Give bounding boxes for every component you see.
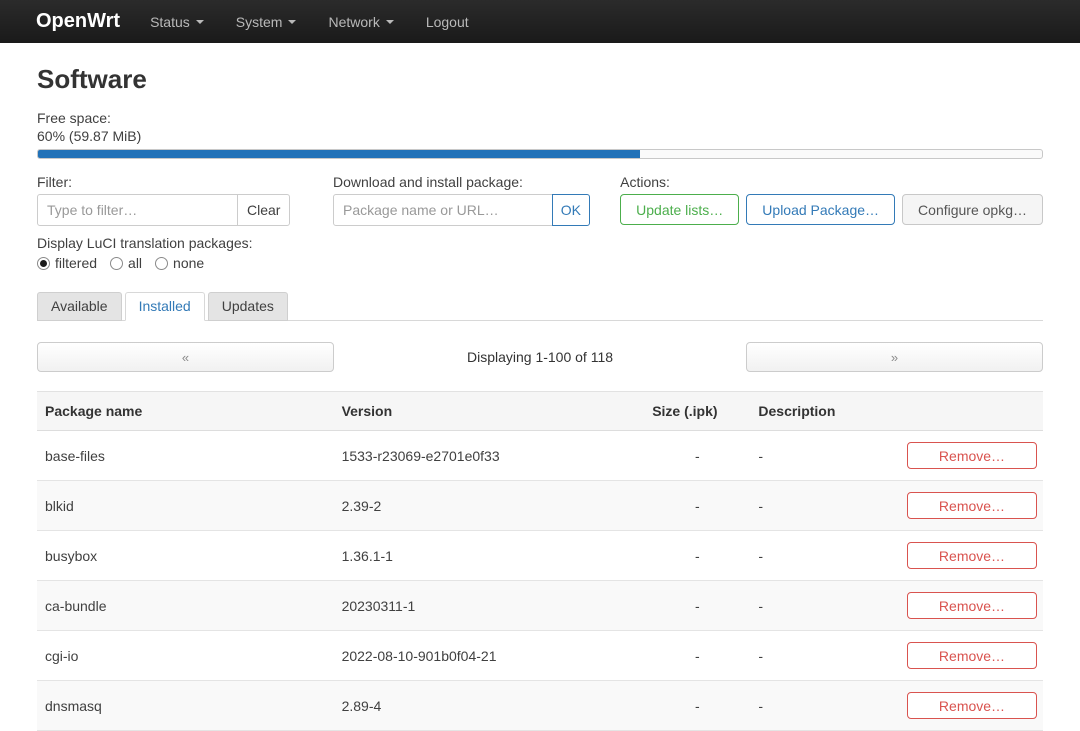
nav-item-label: Status (150, 14, 190, 30)
nav-item-logout[interactable]: Logout (410, 0, 485, 43)
radio-none[interactable]: none (155, 255, 204, 271)
package-version-cell: 1533-r23069-e2701e0f33 (334, 431, 645, 481)
download-section: Download and install package: OK (333, 173, 590, 271)
nav-menu: Status System Network Logout (134, 0, 485, 43)
header-size: Size (.ipk) (644, 392, 750, 431)
filter-section: Filter: Clear Display LuCI translation p… (37, 173, 282, 271)
package-description-cell: - (750, 531, 896, 581)
package-version-cell: 20230311-1 (334, 581, 645, 631)
package-size-cell: - (644, 631, 750, 681)
free-space-value: 60% (59.87 MiB) (37, 127, 1043, 145)
package-description-cell: - (750, 681, 896, 731)
filter-label: Filter: (37, 173, 282, 191)
tab-bar: Available Installed Updates (37, 292, 1043, 321)
package-size-cell: - (644, 481, 750, 531)
package-version-cell: 1.36.1-1 (334, 531, 645, 581)
table-row: cgi-io 2022-08-10-901b0f04-21 - - Remove… (37, 631, 1043, 681)
download-input[interactable] (333, 194, 553, 226)
free-space-label: Free space: (37, 109, 1043, 127)
free-space-section: Free space: 60% (59.87 MiB) (37, 109, 1043, 159)
nav-item-status[interactable]: Status (134, 0, 220, 43)
package-version-cell: 2.39-2 (334, 481, 645, 531)
package-size-cell: - (644, 531, 750, 581)
header-description: Description (750, 392, 896, 431)
tab-updates[interactable]: Updates (208, 292, 288, 321)
chevron-down-icon (196, 20, 204, 24)
radio-icon (37, 257, 50, 270)
configure-opkg-button[interactable]: Configure opkg… (902, 194, 1043, 225)
package-description-cell: - (750, 431, 896, 481)
table-row: blkid 2.39-2 - - Remove… (37, 481, 1043, 531)
table-row: ca-bundle 20230311-1 - - Remove… (37, 581, 1043, 631)
tab-installed[interactable]: Installed (125, 292, 205, 321)
header-actions (897, 392, 1043, 431)
radio-label: none (173, 255, 204, 271)
translation-packages-section: Display LuCI translation packages: filte… (37, 234, 282, 271)
package-name-cell: ca-bundle (37, 581, 334, 631)
package-description-cell: - (750, 631, 896, 681)
package-description-cell: - (750, 481, 896, 531)
free-space-progress-fill (38, 150, 640, 158)
chevron-down-icon (288, 20, 296, 24)
package-name-cell: cgi-io (37, 631, 334, 681)
remove-button[interactable]: Remove… (907, 492, 1037, 519)
page-title: Software (37, 64, 1043, 95)
remove-button[interactable]: Remove… (907, 442, 1037, 469)
remove-button[interactable]: Remove… (907, 592, 1037, 619)
package-size-cell: - (644, 681, 750, 731)
package-description-cell: - (750, 581, 896, 631)
main-content: Software Free space: 60% (59.87 MiB) Fil… (0, 64, 1080, 731)
download-label: Download and install package: (333, 173, 590, 191)
prev-page-button[interactable]: « (37, 342, 334, 372)
nav-item-label: System (236, 14, 283, 30)
free-space-progress-track (37, 149, 1043, 159)
brand-logo[interactable]: OpenWrt (36, 10, 120, 33)
package-name-cell: blkid (37, 481, 334, 531)
header-version: Version (334, 392, 645, 431)
table-row: dnsmasq 2.89-4 - - Remove… (37, 681, 1043, 731)
radio-label: filtered (55, 255, 97, 271)
package-version-cell: 2.89-4 (334, 681, 645, 731)
translation-label: Display LuCI translation packages: (37, 234, 282, 252)
packages-table: Package name Version Size (.ipk) Descrip… (37, 391, 1043, 731)
clear-filter-button[interactable]: Clear (237, 194, 290, 226)
header-package-name: Package name (37, 392, 334, 431)
actions-label: Actions: (620, 173, 1043, 191)
upload-package-button[interactable]: Upload Package… (746, 194, 895, 225)
tab-available[interactable]: Available (37, 292, 122, 321)
remove-button[interactable]: Remove… (907, 542, 1037, 569)
controls-section: Filter: Clear Display LuCI translation p… (37, 173, 1043, 271)
top-navbar: OpenWrt Status System Network Logout (0, 0, 1080, 43)
package-name-cell: busybox (37, 531, 334, 581)
update-lists-button[interactable]: Update lists… (620, 194, 739, 225)
package-size-cell: - (644, 581, 750, 631)
nav-item-label: Network (328, 14, 379, 30)
radio-filtered[interactable]: filtered (37, 255, 97, 271)
filter-input[interactable] (37, 194, 238, 226)
actions-section: Actions: Update lists… Upload Package… C… (620, 173, 1043, 271)
pagination-status: Displaying 1-100 of 118 (334, 349, 746, 365)
ok-button[interactable]: OK (552, 194, 590, 226)
pagination-bar: « Displaying 1-100 of 118 » (37, 342, 1043, 372)
package-name-cell: base-files (37, 431, 334, 481)
package-size-cell: - (644, 431, 750, 481)
radio-all[interactable]: all (110, 255, 142, 271)
next-page-button[interactable]: » (746, 342, 1043, 372)
packages-table-body: base-files 1533-r23069-e2701e0f33 - - Re… (37, 431, 1043, 731)
package-name-cell: dnsmasq (37, 681, 334, 731)
table-header-row: Package name Version Size (.ipk) Descrip… (37, 392, 1043, 431)
nav-item-system[interactable]: System (220, 0, 313, 43)
radio-icon (155, 257, 168, 270)
radio-icon (110, 257, 123, 270)
table-row: busybox 1.36.1-1 - - Remove… (37, 531, 1043, 581)
chevron-down-icon (386, 20, 394, 24)
package-version-cell: 2022-08-10-901b0f04-21 (334, 631, 645, 681)
nav-item-network[interactable]: Network (312, 0, 409, 43)
nav-item-label: Logout (426, 14, 469, 30)
table-row: base-files 1533-r23069-e2701e0f33 - - Re… (37, 431, 1043, 481)
radio-label: all (128, 255, 142, 271)
remove-button[interactable]: Remove… (907, 642, 1037, 669)
remove-button[interactable]: Remove… (907, 692, 1037, 719)
